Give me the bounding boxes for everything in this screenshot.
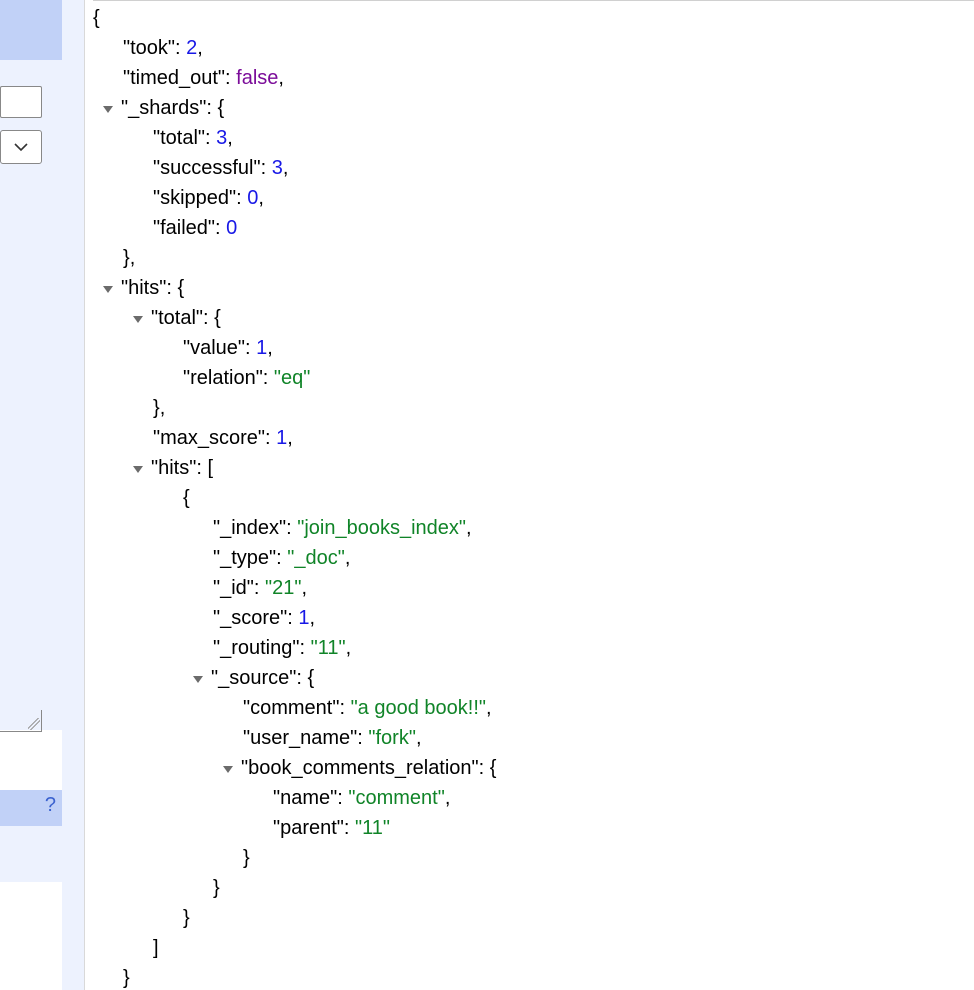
collapse-toggle[interactable] xyxy=(191,672,205,686)
json-line: "_type": "_doc", xyxy=(93,543,974,573)
collapse-toggle[interactable] xyxy=(101,102,115,116)
json-line: } xyxy=(93,843,974,873)
json-line: "_routing": "11", xyxy=(93,633,974,663)
json-line: "_index": "join_books_index", xyxy=(93,513,974,543)
json-line: ] xyxy=(93,933,974,963)
collapse-toggle[interactable] xyxy=(131,462,145,476)
json-line: } xyxy=(93,873,974,903)
json-line: "timed_out": false, xyxy=(93,63,974,93)
json-line: "successful": 3, xyxy=(93,153,974,183)
json-line: } xyxy=(93,903,974,933)
json-line: { xyxy=(93,483,974,513)
json-line: "took": 2, xyxy=(93,33,974,63)
json-line: "relation": "eq" xyxy=(93,363,974,393)
json-viewer: { "took": 2, "timed_out": false, "_shard… xyxy=(85,0,974,990)
small-input-1[interactable] xyxy=(0,86,42,118)
json-line: }, xyxy=(93,243,974,273)
collapse-toggle[interactable] xyxy=(101,282,115,296)
line-gutter xyxy=(62,0,85,990)
sidebar-highlight-2: ? xyxy=(0,790,62,826)
json-line: "book_comments_relation": { xyxy=(93,753,974,783)
json-line: "total": { xyxy=(93,303,974,333)
json-line: "parent": "11" xyxy=(93,813,974,843)
json-line: "value": 1, xyxy=(93,333,974,363)
json-line: { xyxy=(93,0,974,33)
json-line: "_source": { xyxy=(93,663,974,693)
sidebar-panel-2 xyxy=(0,826,62,882)
json-line: "skipped": 0, xyxy=(93,183,974,213)
json-line: "name": "comment", xyxy=(93,783,974,813)
json-line: } xyxy=(93,963,974,990)
json-line: "_shards": { xyxy=(93,93,974,123)
collapse-toggle[interactable] xyxy=(221,762,235,776)
json-line: "hits": [ xyxy=(93,453,974,483)
json-line: "comment": "a good book!!", xyxy=(93,693,974,723)
json-line: "user_name": "fork", xyxy=(93,723,974,753)
chevron-down-icon xyxy=(14,142,28,152)
json-line: "_score": 1, xyxy=(93,603,974,633)
json-line: "_id": "21", xyxy=(93,573,974,603)
json-line: }, xyxy=(93,393,974,423)
help-icon[interactable]: ? xyxy=(45,794,56,817)
collapse-toggle[interactable] xyxy=(131,312,145,326)
json-line: "hits": { xyxy=(93,273,974,303)
left-sidebar: ? xyxy=(0,0,62,990)
small-select-1[interactable] xyxy=(0,130,42,164)
json-line: "total": 3, xyxy=(93,123,974,153)
json-line: "max_score": 1, xyxy=(93,423,974,453)
sidebar-highlight-1 xyxy=(0,0,62,60)
textarea-resize-handle[interactable] xyxy=(0,710,42,732)
json-line: "failed": 0 xyxy=(93,213,974,243)
